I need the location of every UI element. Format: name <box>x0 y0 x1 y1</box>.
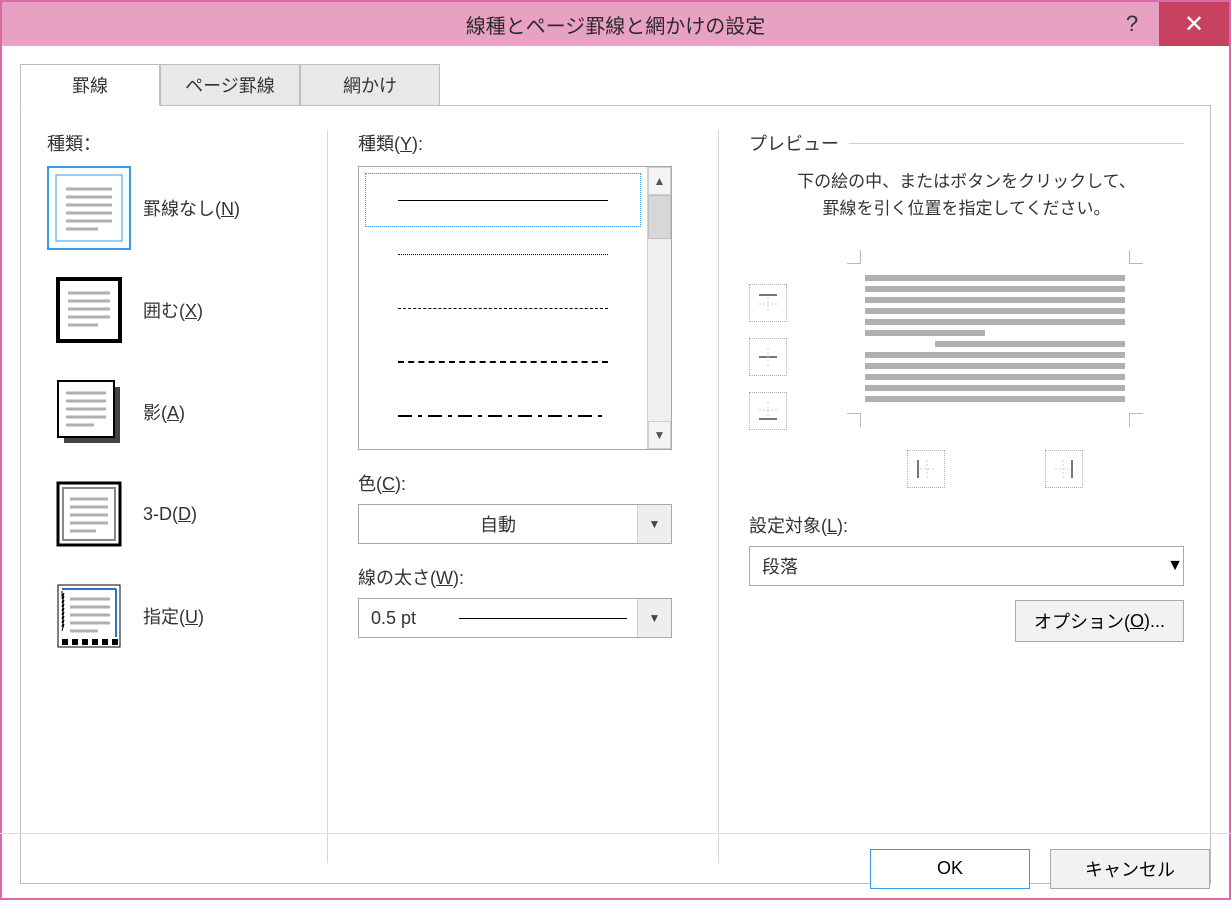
setting-box[interactable]: 囲む(X) <box>47 268 297 352</box>
chevron-down-icon: ▼ <box>1167 557 1183 575</box>
color-combo[interactable]: 自動 ▼ <box>358 504 672 544</box>
dialog-footer: OK キャンセル <box>0 833 1231 903</box>
preview-area <box>749 246 1184 430</box>
tab-strip: 罫線 ページ罫線 網かけ <box>20 64 1211 106</box>
border-inside-h-button[interactable] <box>749 338 787 376</box>
setting-3d-label: 3-D(D) <box>143 504 197 525</box>
dialog-window: 線種とページ罫線と網かけの設定 ? ✕ 罫線 ページ罫線 網かけ 種類： 罫線な <box>0 0 1231 900</box>
setting-3d[interactable]: 3-D(D) <box>47 472 297 556</box>
corner-marker <box>847 250 861 264</box>
setting-shadow-label: 影(A) <box>143 399 185 425</box>
color-value: 自動 <box>359 511 637 537</box>
setting-none-label: 罫線なし(N) <box>143 195 240 221</box>
apply-to-combo[interactable]: 段落 ▼ <box>749 546 1184 586</box>
line-style-dashed-fine[interactable] <box>365 281 641 335</box>
cancel-button[interactable]: キャンセル <box>1050 849 1210 889</box>
border-top-button[interactable] <box>749 284 787 322</box>
preview-title: プレビュー <box>749 130 839 156</box>
apply-to-label: 設定対象(L): <box>749 512 1184 538</box>
options-button[interactable]: オプション(O)... <box>1015 600 1184 642</box>
ok-button[interactable]: OK <box>870 849 1030 889</box>
line-style-scrollbar[interactable]: ▲ ▼ <box>647 167 671 449</box>
preview-bottom-buttons <box>805 450 1184 488</box>
preview-title-row: プレビュー <box>749 130 1184 156</box>
corner-marker <box>1129 413 1143 427</box>
setting-heading: 種類： <box>47 130 297 156</box>
line-style-items <box>359 167 647 449</box>
color-label: 色(C): <box>358 470 688 496</box>
setting-box-label: 囲む(X) <box>143 297 203 323</box>
style-column: 種類(Y): ▲ ▼ 色(C): <box>358 130 688 863</box>
tab-borders[interactable]: 罫線 <box>20 64 160 106</box>
border-right-button[interactable] <box>1045 450 1083 488</box>
setting-custom-label: 指定(U) <box>143 603 204 629</box>
corner-marker <box>1129 250 1143 264</box>
line-style-dotted-fine[interactable] <box>365 227 641 281</box>
setting-column: 種類： 罫線なし(N) 囲む(X) <box>47 130 297 863</box>
width-label: 線の太さ(W): <box>358 564 688 590</box>
help-icon: ? <box>1126 11 1138 37</box>
preview-line <box>865 385 1125 391</box>
line-style-list[interactable]: ▲ ▼ <box>358 166 672 450</box>
titlebar: 線種とページ罫線と網かけの設定 ? ✕ <box>2 2 1229 46</box>
preview-line <box>865 286 1125 292</box>
client-area: 罫線 ページ罫線 網かけ 種類： 罫線なし(N) <box>2 46 1229 898</box>
separator <box>327 130 328 863</box>
separator <box>718 130 719 863</box>
tab-panel: 種類： 罫線なし(N) 囲む(X) <box>20 106 1211 884</box>
setting-shadow-icon <box>47 370 131 454</box>
line-style-dashed[interactable] <box>365 335 641 389</box>
setting-3d-icon <box>47 472 131 556</box>
preview-hint: 下の絵の中、またはボタンをクリックして、 罫線を引く位置を指定してください。 <box>749 168 1184 222</box>
preview-line <box>865 363 1125 369</box>
scroll-thumb[interactable] <box>648 195 671 239</box>
tab-shading[interactable]: 網かけ <box>300 64 440 106</box>
preview-doc-wrap <box>805 246 1184 430</box>
scroll-up-icon[interactable]: ▲ <box>648 167 671 195</box>
chevron-down-icon: ▼ <box>637 599 671 637</box>
line-style-dashdot[interactable] <box>365 389 641 443</box>
setting-none-icon <box>47 166 131 250</box>
preview-line <box>865 374 1125 380</box>
setting-box-icon <box>47 268 131 352</box>
close-button[interactable]: ✕ <box>1159 2 1229 46</box>
titlebar-buttons: ? ✕ <box>1105 2 1229 46</box>
preview-line <box>865 319 1125 325</box>
line-style-solid[interactable] <box>365 173 641 227</box>
style-label: 種類(Y): <box>358 130 688 156</box>
border-bottom-button[interactable] <box>749 392 787 430</box>
help-button[interactable]: ? <box>1105 2 1159 46</box>
setting-list: 罫線なし(N) 囲む(X) 影(A) <box>47 166 297 658</box>
chevron-down-icon: ▼ <box>637 505 671 543</box>
preview-line <box>935 341 1125 347</box>
preview-line <box>865 308 1125 314</box>
rule <box>849 143 1184 144</box>
options-row: オプション(O)... <box>749 600 1184 642</box>
preview-side-buttons <box>749 284 787 430</box>
width-value: 0.5 pt <box>359 608 459 629</box>
border-left-button[interactable] <box>907 450 945 488</box>
tab-page-borders[interactable]: ページ罫線 <box>160 64 300 106</box>
preview-line <box>865 275 1125 281</box>
preview-column: プレビュー 下の絵の中、またはボタンをクリックして、 罫線を引く位置を指定してく… <box>749 130 1184 863</box>
setting-custom-icon <box>47 574 131 658</box>
preview-line <box>865 330 985 336</box>
scroll-down-icon[interactable]: ▼ <box>648 421 671 449</box>
preview-line <box>865 396 1125 402</box>
preview-line <box>865 297 1125 303</box>
setting-none[interactable]: 罫線なし(N) <box>47 166 297 250</box>
preview-line <box>865 352 1125 358</box>
corner-marker <box>847 413 861 427</box>
window-title: 線種とページ罫線と網かけの設定 <box>466 10 766 39</box>
preview-doc[interactable] <box>865 256 1125 421</box>
width-sample-line <box>459 618 627 619</box>
setting-shadow[interactable]: 影(A) <box>47 370 297 454</box>
setting-custom[interactable]: 指定(U) <box>47 574 297 658</box>
apply-to-value: 段落 <box>750 553 1167 579</box>
width-combo[interactable]: 0.5 pt ▼ <box>358 598 672 638</box>
close-icon: ✕ <box>1184 10 1204 39</box>
